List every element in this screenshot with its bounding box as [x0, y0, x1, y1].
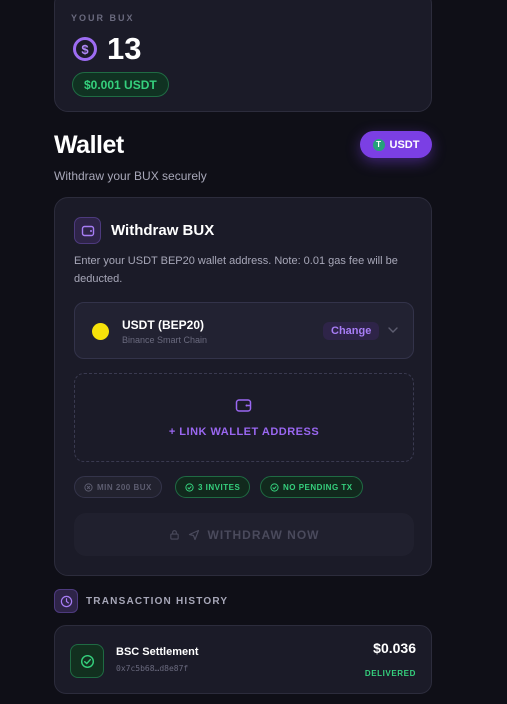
requirement-min-bux: MIN 200 BUX	[74, 476, 162, 498]
bux-amount: 13	[107, 31, 142, 66]
check-circle-icon	[70, 644, 104, 678]
lock-icon	[169, 530, 179, 540]
token-name: USDT (BEP20)	[122, 318, 205, 332]
requirement-label: 3 INVITES	[198, 482, 241, 492]
withdraw-description: Enter your USDT BEP20 wallet address. No…	[74, 255, 398, 285]
requirement-no-pending: NO PENDING TX	[260, 476, 363, 498]
withdraw-now-button[interactable]: WITHDRAW NOW	[74, 513, 414, 556]
check-circle-icon	[270, 482, 279, 492]
check-circle-icon	[185, 482, 194, 492]
withdraw-card: Withdraw BUX Enter your USDT BEP20 walle…	[54, 197, 432, 576]
requirement-invites: 3 INVITES	[175, 476, 251, 498]
wallet-icon	[74, 217, 101, 244]
token-selector[interactable]: USDT (BEP20) Binance Smart Chain Change	[74, 302, 414, 359]
currency-button[interactable]: T USDT	[360, 131, 432, 158]
token-chain: Binance Smart Chain	[122, 335, 208, 345]
token-icon	[92, 323, 109, 340]
bux-label: YOUR BUX	[71, 13, 135, 23]
page-subtitle: Withdraw your BUX securely	[54, 169, 207, 183]
bux-balance-card: YOUR BUX $ 13 $0.001 USDT	[54, 0, 432, 112]
link-wallet-label: + LINK WALLET ADDRESS	[168, 426, 320, 438]
withdraw-now-label: WITHDRAW NOW	[207, 527, 320, 542]
x-circle-icon	[84, 482, 93, 492]
page-title: Wallet	[54, 131, 124, 159]
dollar-coin-icon: $	[73, 37, 97, 61]
clock-icon	[54, 589, 78, 613]
usdt-value-badge: $0.001 USDT	[72, 72, 169, 97]
send-icon	[188, 529, 199, 540]
transaction-history-title: TRANSACTION HISTORY	[86, 596, 229, 607]
requirement-label: NO PENDING TX	[283, 482, 353, 492]
wallet-icon	[235, 399, 252, 412]
change-token-button[interactable]: Change	[323, 322, 380, 340]
transaction-row[interactable]: BSC Settlement 0x7c5b68…d8e87f $0.036 DE…	[54, 625, 432, 694]
currency-button-label: USDT	[389, 138, 420, 151]
withdraw-title: Withdraw BUX	[111, 222, 215, 239]
transaction-status: DELIVERED	[364, 669, 416, 678]
requirement-label: MIN 200 BUX	[97, 482, 152, 492]
tether-icon: T	[372, 138, 385, 151]
transaction-name: BSC Settlement	[116, 646, 199, 658]
transaction-hash: 0x7c5b68…d8e87f	[116, 664, 189, 673]
chevron-down-icon[interactable]	[386, 323, 400, 337]
transaction-amount: $0.036	[373, 640, 416, 656]
link-wallet-button[interactable]: + LINK WALLET ADDRESS	[74, 373, 414, 462]
